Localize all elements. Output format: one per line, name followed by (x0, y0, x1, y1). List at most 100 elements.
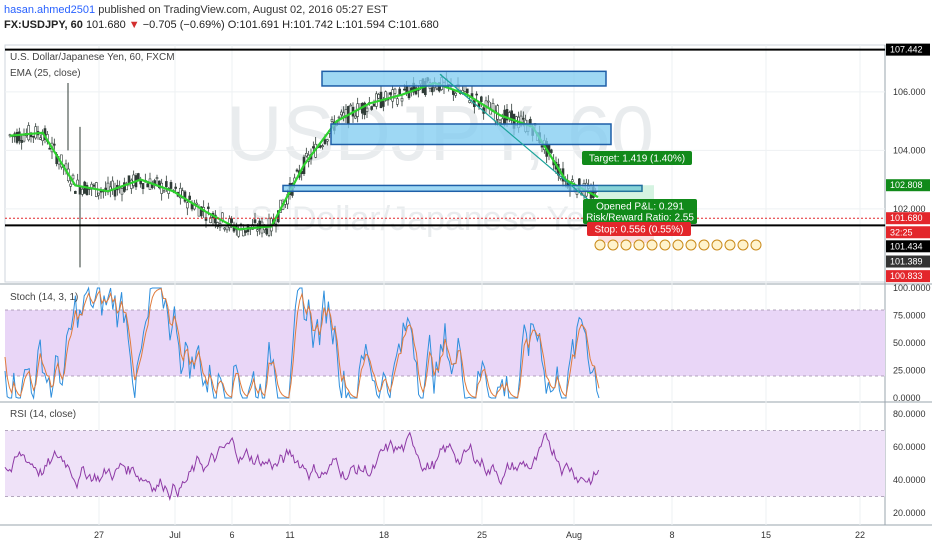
time-tick-label: Jul (169, 530, 181, 540)
candle-body (403, 88, 406, 91)
candle-body (111, 180, 114, 190)
candle-body (113, 189, 117, 197)
time-tick-label: 15 (761, 530, 771, 540)
candle-body (377, 94, 380, 99)
price-tag: 32:25 (890, 227, 913, 237)
time-tick-label: 8 (669, 530, 674, 540)
candle-body (207, 206, 210, 209)
chart-canvas[interactable]: USDJPY, 60U.S. Dollar/Japanese Yen106.00… (0, 0, 932, 550)
rsi-tick-label: 20.0000 (893, 508, 926, 518)
candle-body (27, 125, 30, 141)
supply-zone (321, 70, 607, 87)
candle-body (81, 188, 84, 195)
candle-body (169, 182, 173, 189)
target-label: Target: 1.419 (1.40%) (589, 154, 685, 165)
candle-body (32, 135, 35, 138)
candle-body (480, 96, 483, 102)
candle-body (174, 186, 177, 189)
candle-body (349, 104, 352, 107)
candle-body (508, 112, 511, 119)
time-tick-label: Aug (566, 530, 582, 540)
price-tag: 107.442 (890, 45, 923, 55)
candle-body (141, 183, 145, 190)
stoch-tick-label: 0.0000 (893, 393, 921, 403)
candle-body (571, 179, 574, 182)
stop-label: Stop: 0.556 (0.55%) (595, 225, 684, 236)
candle-body (15, 132, 19, 143)
candle-body (321, 145, 324, 148)
candle-body (435, 88, 439, 90)
candle-body (326, 139, 329, 142)
candle-body (120, 188, 124, 195)
candle-body (225, 225, 229, 231)
candle-body (312, 146, 315, 149)
event-marker-icon (672, 239, 684, 251)
stoch-tick-label: 100.0000 (893, 283, 931, 293)
event-marker-icon (646, 239, 658, 251)
candle-body (323, 139, 327, 144)
candle-body (69, 183, 72, 187)
candle-body (186, 202, 189, 209)
event-marker-icon (620, 239, 632, 251)
candle-body (53, 143, 56, 146)
ema-legend: EMA (25, close) (10, 68, 81, 79)
stoch-legend: Stoch (14, 3, 1) (10, 292, 79, 303)
candle-body (92, 184, 96, 187)
event-marker-icon (607, 239, 619, 251)
event-marker-icon (750, 239, 762, 251)
event-marker-icon (724, 239, 736, 251)
event-marker-icon (659, 239, 671, 251)
candle-body (39, 137, 42, 140)
time-tick-label: 18 (379, 530, 389, 540)
price-tick-label: 106.000 (893, 87, 926, 97)
candle-body (340, 111, 343, 116)
candle-body (466, 88, 469, 94)
event-marker-icon (594, 239, 606, 251)
risk-reward-label: Risk/Reward Ratio: 2.55 (586, 213, 694, 224)
candle-body (295, 169, 299, 172)
candle-body (230, 218, 233, 223)
time-tick-label: 11 (285, 530, 294, 540)
candle-body (253, 219, 257, 223)
candle-body (256, 229, 259, 232)
rsi-tick-label: 40.0000 (893, 475, 926, 485)
candle-body (132, 174, 135, 186)
candle-body (330, 119, 334, 122)
candle-body (74, 190, 77, 194)
price-tag: 102.808 (890, 180, 923, 190)
price-tick-label: 104.000 (893, 145, 926, 155)
candle-body (242, 229, 245, 237)
candle-body (155, 177, 159, 179)
time-tick-label: 22 (855, 530, 865, 540)
candle-body (188, 195, 191, 200)
candle-body (396, 98, 399, 105)
candle-body (389, 92, 392, 95)
event-marker-icon (698, 239, 710, 251)
candle-body (354, 115, 357, 119)
candle-body (398, 88, 401, 95)
time-tick-label: 25 (477, 530, 487, 540)
candle-body (337, 116, 341, 119)
candle-body (342, 112, 345, 117)
candle-body (487, 100, 490, 103)
time-tick-label: 6 (229, 530, 234, 540)
candle-body (20, 140, 23, 143)
candle-body (18, 131, 21, 142)
candle-body (522, 117, 525, 120)
candle-body (431, 87, 434, 93)
candle-body (162, 190, 166, 193)
price-tag: 101.389 (890, 257, 923, 267)
price-tag: 101.434 (890, 241, 923, 251)
candle-body (400, 98, 404, 102)
candle-body (223, 227, 226, 230)
rsi-tick-label: 80.0000 (893, 409, 926, 419)
candle-body (165, 181, 168, 187)
rsi-band (5, 430, 885, 497)
price-tag: 100.833 (890, 271, 923, 281)
candle-body (97, 192, 100, 196)
price-tag: 101.680 (890, 213, 923, 223)
event-marker-icon (685, 239, 697, 251)
candle-body (365, 107, 369, 112)
candle-body (463, 85, 467, 92)
candle-body (375, 93, 378, 107)
